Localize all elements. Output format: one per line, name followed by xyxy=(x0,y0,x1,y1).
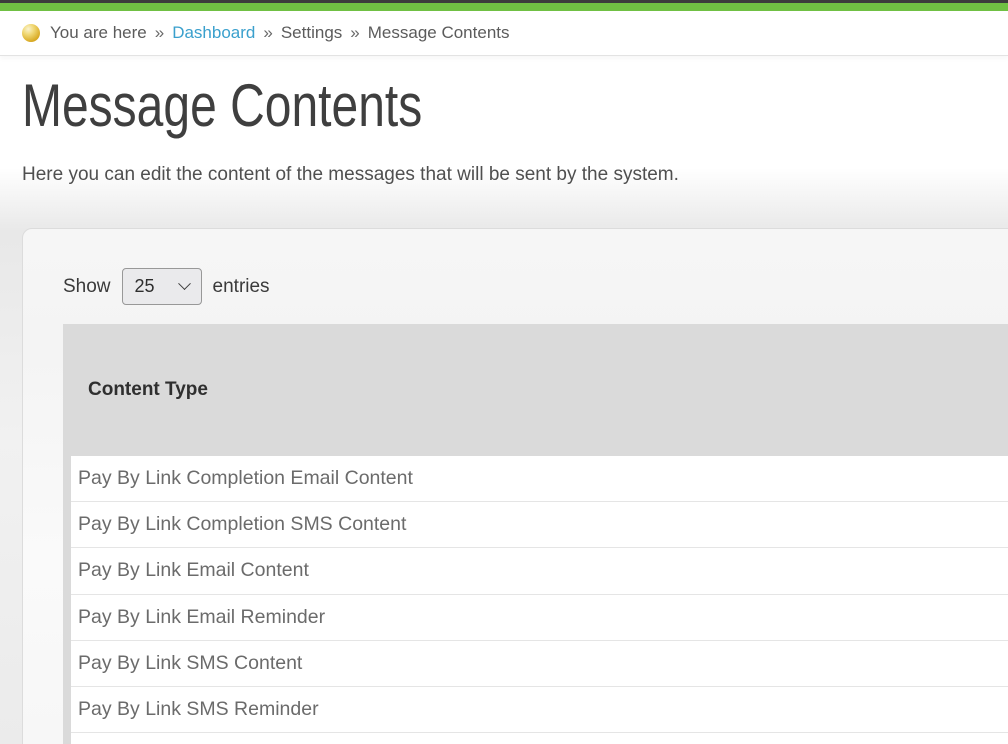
page-length-value: 25 xyxy=(135,276,155,297)
table-row: Pay By Link SMS Reminder xyxy=(71,687,1008,733)
table-row: Pay By Link Email Content xyxy=(71,548,1008,594)
table-length-control: Show 25 entries xyxy=(63,268,270,305)
gold-sphere-icon xyxy=(22,24,40,42)
message-contents-panel: Show 25 entries Content Type Pay By Link… xyxy=(22,228,1008,744)
entries-label: entries xyxy=(213,276,270,298)
table-row: Pay By Link Completion Email Content xyxy=(71,456,1008,502)
breadcrumb-separator: » xyxy=(155,23,164,43)
breadcrumb-item-message-contents: Message Contents xyxy=(368,23,510,43)
show-label: Show xyxy=(63,276,111,298)
content-type-table: Content Type Pay By Link Completion Emai… xyxy=(63,324,1008,744)
table-row-partial xyxy=(71,733,1008,744)
table-row: Pay By Link Email Reminder xyxy=(71,595,1008,641)
page-title: Message Contents xyxy=(22,76,522,136)
column-header-content-type[interactable]: Content Type xyxy=(71,324,1008,456)
breadcrumb-link-dashboard[interactable]: Dashboard xyxy=(172,23,255,43)
breadcrumb: You are here » Dashboard » Settings » Me… xyxy=(0,11,1008,56)
chevron-down-icon xyxy=(178,277,191,290)
brand-green-bar xyxy=(0,3,1008,11)
table-row: Pay By Link SMS Content xyxy=(71,641,1008,687)
table-row: Pay By Link Completion SMS Content xyxy=(71,502,1008,548)
breadcrumb-separator: » xyxy=(263,23,272,43)
page-length-select[interactable]: 25 xyxy=(122,268,202,305)
breadcrumb-item-settings: Settings xyxy=(281,23,342,43)
main-content: Message Contents Here you can edit the c… xyxy=(0,56,1008,744)
breadcrumb-separator: » xyxy=(350,23,359,43)
breadcrumb-prefix: You are here xyxy=(50,23,147,43)
page-description: Here you can edit the content of the mes… xyxy=(22,164,679,186)
